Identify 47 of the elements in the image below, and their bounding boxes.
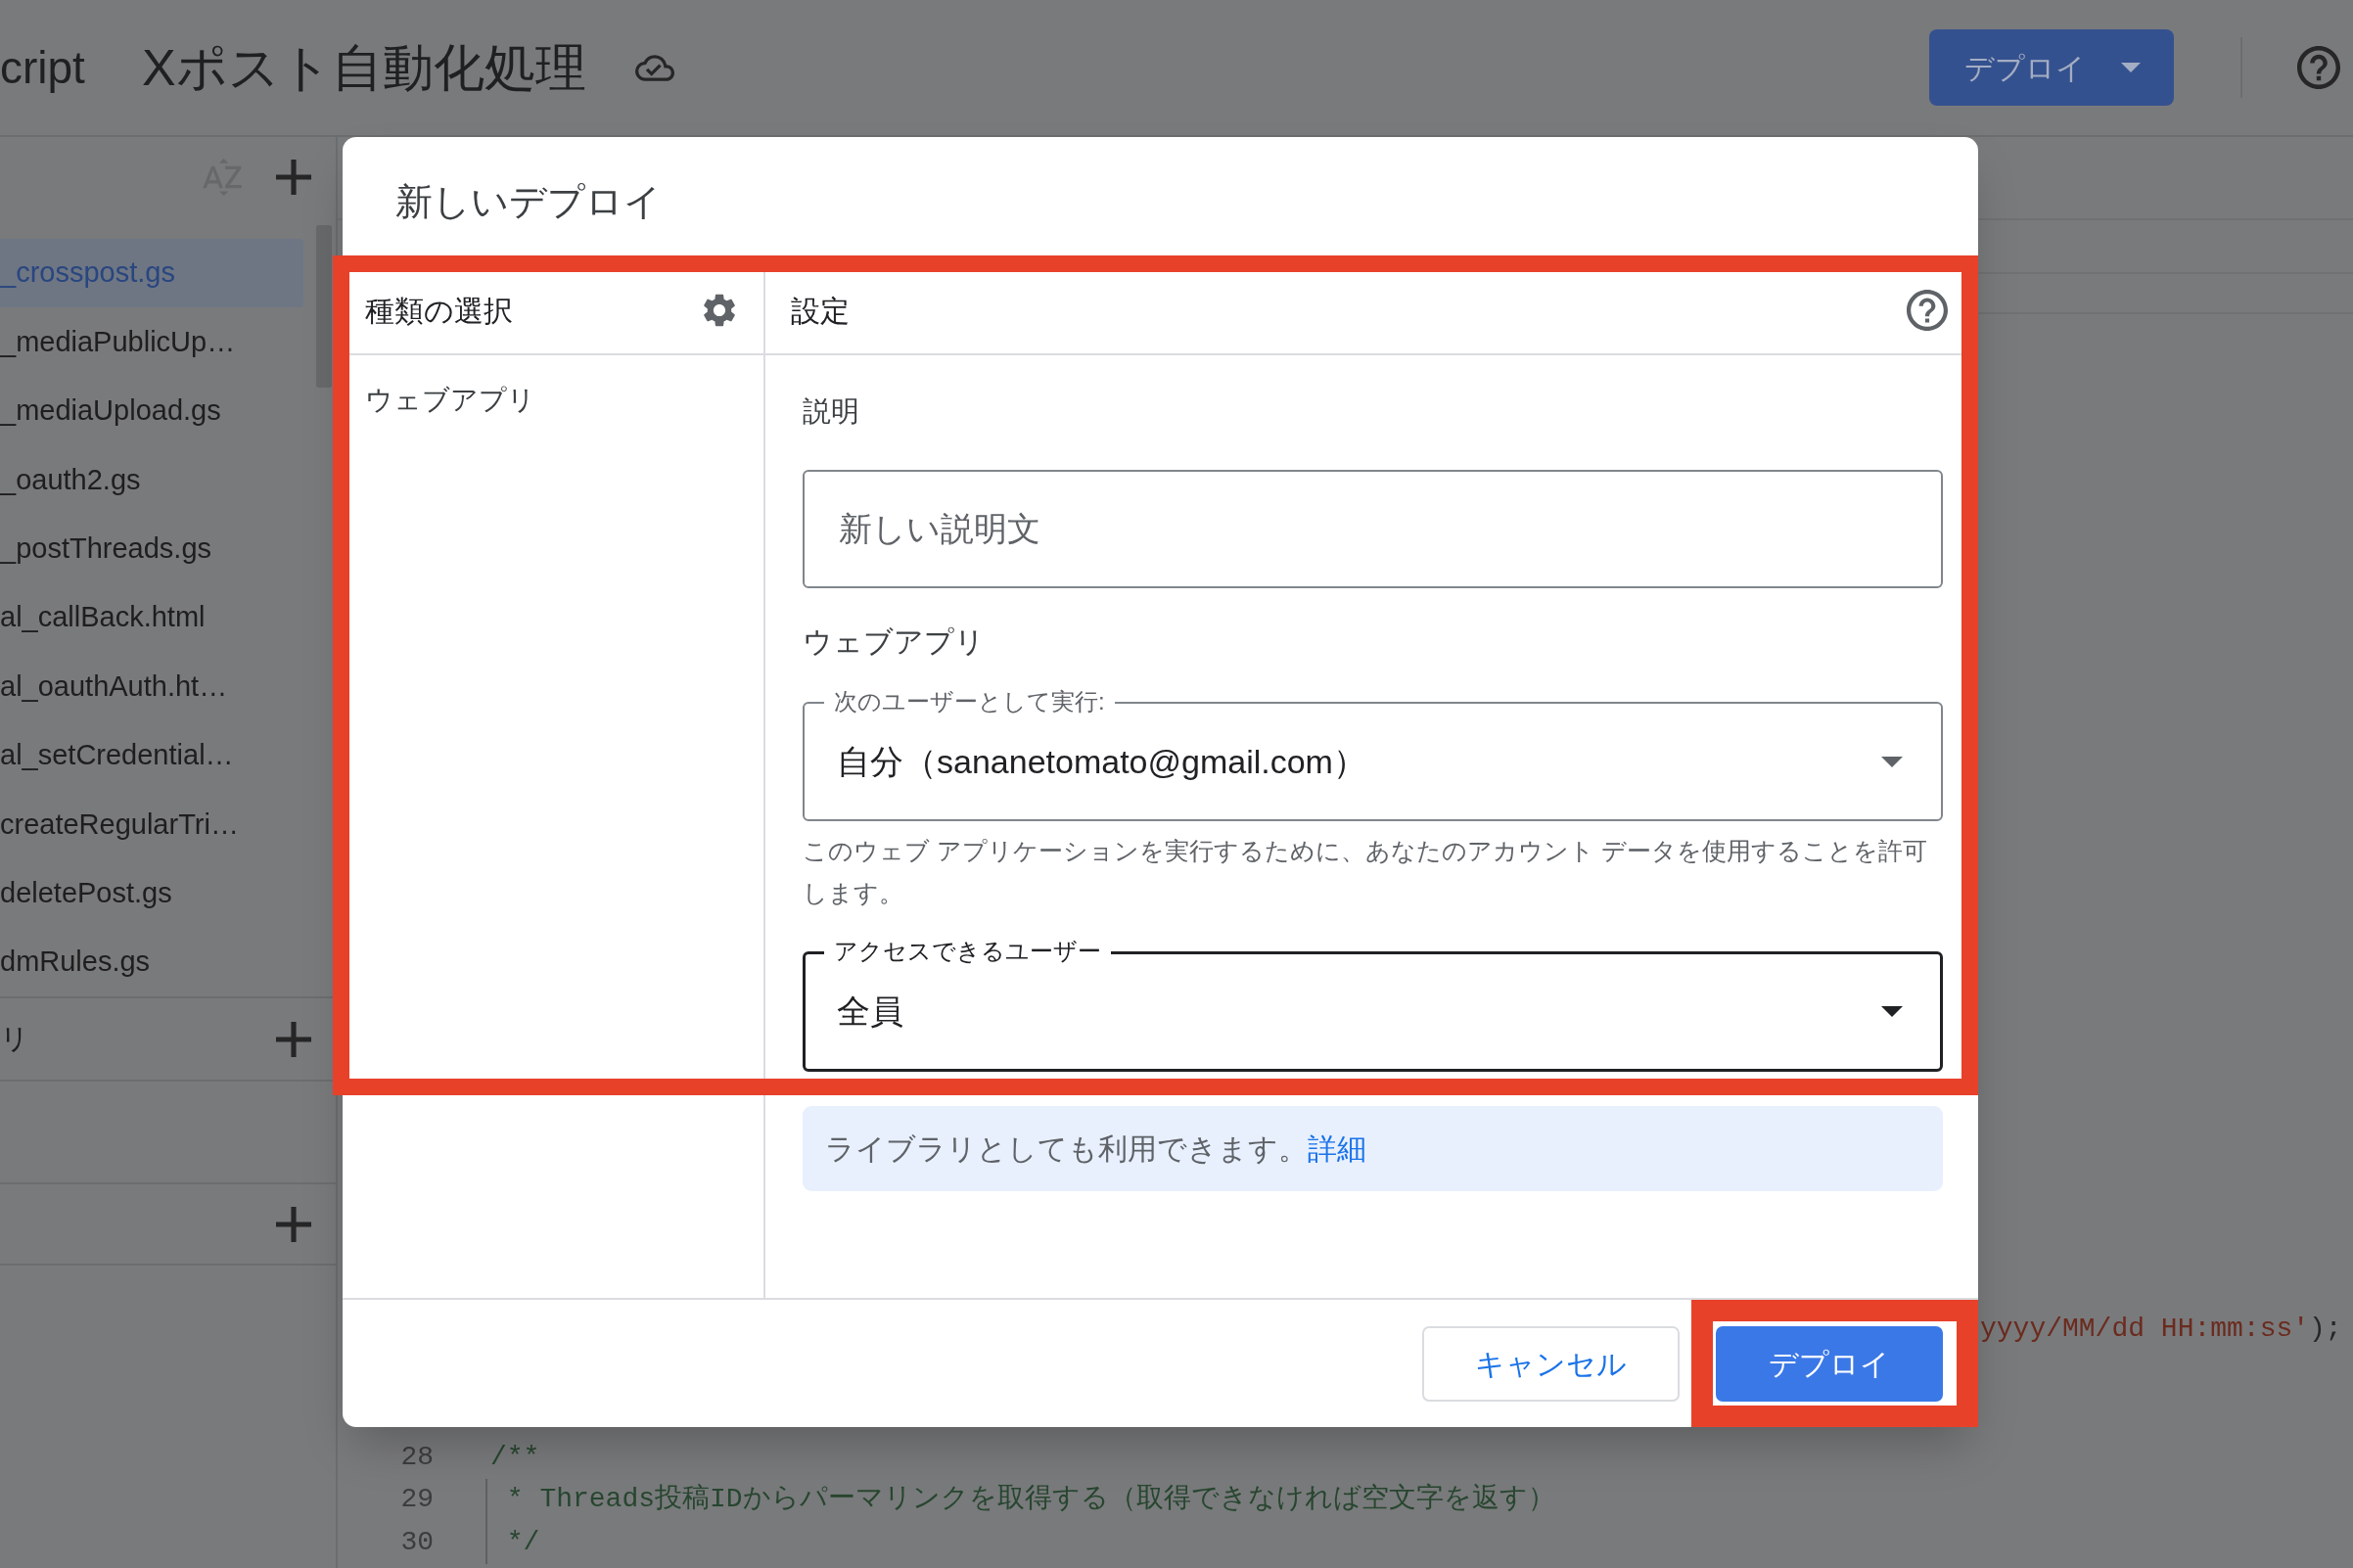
caret-icon [1881,1006,1903,1017]
file-item[interactable]: _postThreads.gs [0,514,303,583]
plus-icon[interactable] [276,160,311,195]
field-value: 全員 [837,992,904,1032]
column-heading: 種類の選択 [365,293,513,329]
code-line: */ [485,1521,540,1564]
file-item[interactable]: deletePost.gs [0,858,303,928]
file-item[interactable]: _mediaPublicUp… [0,307,303,377]
dialog-title: 新しいデプロイ [395,180,662,224]
help-icon[interactable] [2297,46,2340,89]
code-line: * Threads投稿IDからパーマリンクを取得する（取得できなければ空文字を返す） [485,1478,1555,1521]
code-line: yyyy/MM/dd HH:mm:ss'); [1980,1313,2342,1346]
line-number: 30 [399,1525,434,1559]
scrollbar[interactable] [316,225,332,388]
deploy-button[interactable]: デプロイ [1716,1325,1943,1402]
column-heading: 設定 [791,293,850,329]
plus-icon[interactable] [276,1021,311,1057]
section-title: リ [0,1022,29,1057]
project-title[interactable]: Xポスト自動化処理 [141,29,586,106]
file-item[interactable]: dmRules.gs [0,927,303,997]
cancel-button[interactable]: キャンセル [1422,1325,1680,1402]
field-label: 説明 [803,394,859,429]
file-item[interactable]: al_setCredential… [0,720,303,791]
cloud-check-icon [634,54,674,81]
file-item[interactable]: createRegularTri… [0,790,303,859]
file-item[interactable]: _crosspost.gs [0,239,303,308]
line-number: 28 [399,1440,434,1474]
file-item[interactable]: _oauth2.gs [0,445,303,515]
hint-text: このウェブ アプリケーションを実行するために、あなたのアカウント データを使用することを許可します。 [803,836,1928,908]
file-item[interactable]: al_callBack.html [0,582,303,653]
help-icon[interactable] [1907,290,1948,331]
file-item[interactable]: _mediaUpload.gs [0,376,303,446]
field-value: 自分（sananetomato@gmail.com） [837,741,1367,782]
info-text: ライブラリとしても利用できます。詳細 [825,1131,1366,1167]
settings-icon[interactable] [703,294,736,327]
file-item[interactable]: al_oauthAuth.ht… [0,652,303,721]
plus-icon[interactable] [276,1206,311,1242]
deploy-button[interactable]: デプロイ [1929,29,2174,106]
section-title: ウェブアプリ [803,624,985,660]
deployment-type-item[interactable]: ウェブアプリ [365,381,535,420]
caret-icon [1881,756,1903,767]
product-name: cript [0,40,85,95]
details-link[interactable]: 詳細 [1308,1132,1366,1165]
code-line: /** [489,1440,540,1474]
line-number: 29 [399,1483,434,1517]
description-input[interactable]: 新しい説明文 [803,470,1943,588]
caret-icon [2121,63,2141,72]
